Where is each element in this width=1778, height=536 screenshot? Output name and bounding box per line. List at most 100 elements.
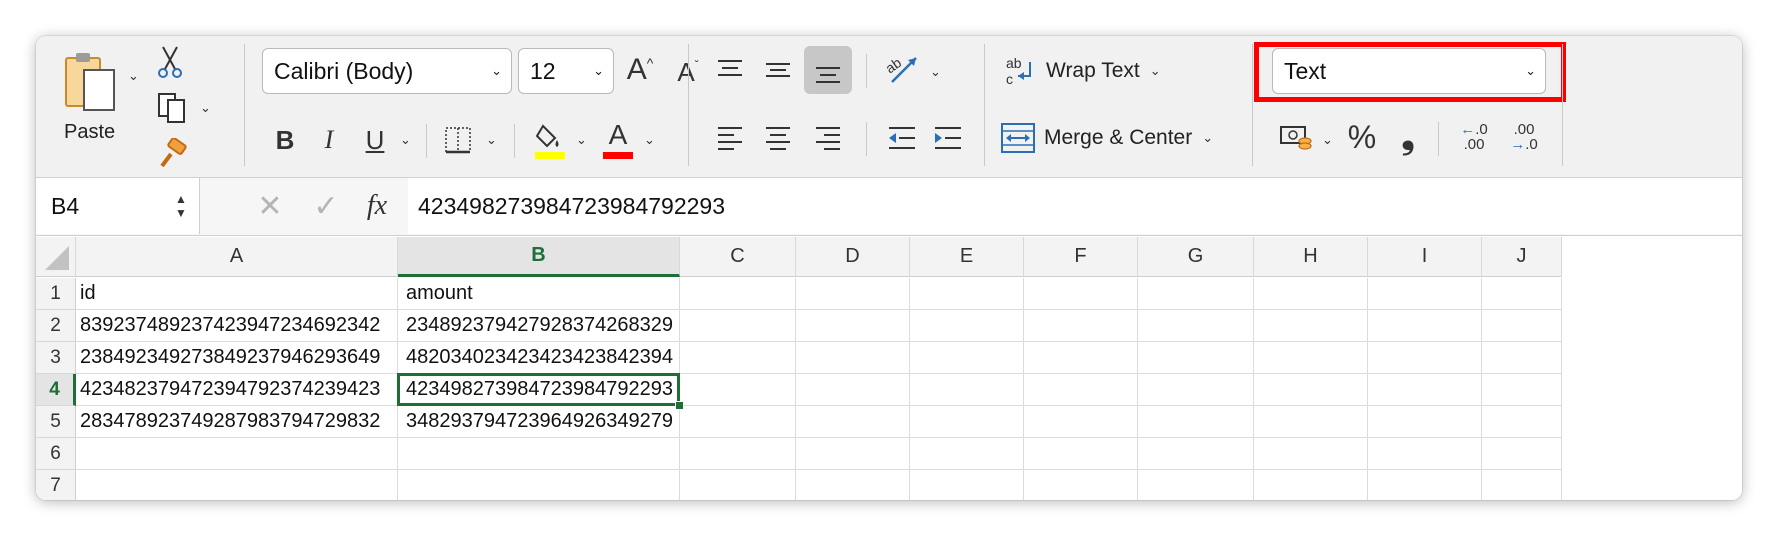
- copy-button[interactable]: [154, 90, 190, 126]
- cell-a7[interactable]: [76, 470, 398, 500]
- align-center-button[interactable]: [758, 118, 798, 158]
- cell-a1[interactable]: id: [76, 278, 398, 310]
- fill-color-button[interactable]: [530, 118, 570, 162]
- cell-i3[interactable]: [1368, 342, 1482, 374]
- cell-h7[interactable]: [1254, 470, 1368, 500]
- cell-f1[interactable]: [1024, 278, 1138, 310]
- merge-center-button[interactable]: Merge & Center ⌄: [1000, 116, 1244, 160]
- cancel-entry-button[interactable]: ✕: [250, 186, 290, 226]
- cell-a2[interactable]: 839237489237423947234692342: [76, 310, 398, 342]
- row-header-4[interactable]: 4: [36, 374, 76, 406]
- cell-i1[interactable]: [1368, 278, 1482, 310]
- cell-j2[interactable]: [1482, 310, 1562, 342]
- cell-g6[interactable]: [1138, 438, 1254, 470]
- decrease-indent-button[interactable]: [882, 118, 922, 158]
- cell-e6[interactable]: [910, 438, 1024, 470]
- column-header-b[interactable]: B: [398, 237, 680, 277]
- cell-j6[interactable]: [1482, 438, 1562, 470]
- cell-g2[interactable]: [1138, 310, 1254, 342]
- cell-j7[interactable]: [1482, 470, 1562, 500]
- column-header-d[interactable]: D: [796, 237, 910, 277]
- cut-button[interactable]: [152, 44, 188, 80]
- cell-i2[interactable]: [1368, 310, 1482, 342]
- align-left-button[interactable]: [710, 118, 750, 158]
- cell-a4[interactable]: 423482379472394792374239423: [76, 374, 398, 406]
- column-header-e[interactable]: E: [910, 237, 1024, 277]
- increase-decimal-button[interactable]: ←.0 .00: [1454, 114, 1494, 160]
- fill-handle[interactable]: [675, 401, 684, 410]
- accounting-format-button[interactable]: [1276, 116, 1316, 158]
- cell-b7[interactable]: [398, 470, 680, 500]
- row-header-2[interactable]: 2: [36, 310, 76, 342]
- cell-c7[interactable]: [680, 470, 796, 500]
- cell-e7[interactable]: [910, 470, 1024, 500]
- cell-c2[interactable]: [680, 310, 796, 342]
- cell-f7[interactable]: [1024, 470, 1138, 500]
- orientation-button[interactable]: ab: [882, 48, 922, 90]
- percent-style-button[interactable]: %: [1342, 116, 1382, 158]
- column-header-j[interactable]: J: [1482, 237, 1562, 277]
- cell-e5[interactable]: [910, 406, 1024, 438]
- cell-f6[interactable]: [1024, 438, 1138, 470]
- cell-h6[interactable]: [1254, 438, 1368, 470]
- cell-b6[interactable]: [398, 438, 680, 470]
- cell-d2[interactable]: [796, 310, 910, 342]
- cell-a6[interactable]: [76, 438, 398, 470]
- confirm-entry-button[interactable]: ✓: [306, 186, 346, 226]
- font-family-select[interactable]: Calibri (Body) ⌄: [262, 48, 512, 94]
- cell-h2[interactable]: [1254, 310, 1368, 342]
- cell-e4[interactable]: [910, 374, 1024, 406]
- cell-c3[interactable]: [680, 342, 796, 374]
- cell-f4[interactable]: [1024, 374, 1138, 406]
- wrap-text-button[interactable]: ab c Wrap Text ⌄: [1004, 50, 1194, 92]
- align-right-button[interactable]: [808, 118, 848, 158]
- increase-indent-button[interactable]: [928, 118, 968, 158]
- cell-e2[interactable]: [910, 310, 1024, 342]
- cell-c1[interactable]: [680, 278, 796, 310]
- cell-g7[interactable]: [1138, 470, 1254, 500]
- cell-b1[interactable]: amount: [398, 278, 680, 310]
- cell-c5[interactable]: [680, 406, 796, 438]
- accounting-options-chevron-icon[interactable]: ⌄: [1322, 132, 1333, 148]
- cell-j4[interactable]: [1482, 374, 1562, 406]
- cell-f3[interactable]: [1024, 342, 1138, 374]
- align-bottom-button[interactable]: [804, 46, 852, 94]
- cell-d1[interactable]: [796, 278, 910, 310]
- cell-h4[interactable]: [1254, 374, 1368, 406]
- cell-g3[interactable]: [1138, 342, 1254, 374]
- column-header-c[interactable]: C: [680, 237, 796, 277]
- underline-button[interactable]: U: [358, 120, 392, 160]
- cell-i5[interactable]: [1368, 406, 1482, 438]
- font-color-button[interactable]: A: [598, 116, 638, 162]
- cell-f5[interactable]: [1024, 406, 1138, 438]
- row-header-6[interactable]: 6: [36, 438, 76, 470]
- column-header-a[interactable]: A: [76, 237, 398, 277]
- cell-g4[interactable]: [1138, 374, 1254, 406]
- column-header-f[interactable]: F: [1024, 237, 1138, 277]
- cell-f2[interactable]: [1024, 310, 1138, 342]
- cell-d4[interactable]: [796, 374, 910, 406]
- cell-h5[interactable]: [1254, 406, 1368, 438]
- cell-c6[interactable]: [680, 438, 796, 470]
- align-middle-button[interactable]: [758, 50, 798, 90]
- font-color-options-chevron-icon[interactable]: ⌄: [644, 132, 655, 148]
- cell-c4[interactable]: [680, 374, 796, 406]
- cell-h3[interactable]: [1254, 342, 1368, 374]
- cell-g5[interactable]: [1138, 406, 1254, 438]
- name-box-stepper[interactable]: ▲ ▼: [168, 184, 194, 228]
- cell-d6[interactable]: [796, 438, 910, 470]
- fill-color-options-chevron-icon[interactable]: ⌄: [576, 132, 587, 148]
- cell-i7[interactable]: [1368, 470, 1482, 500]
- copy-options-chevron-icon[interactable]: ⌄: [200, 100, 211, 116]
- comma-style-button[interactable]: ❟: [1388, 116, 1428, 158]
- row-header-7[interactable]: 7: [36, 470, 76, 500]
- select-all-corner[interactable]: [36, 237, 76, 277]
- font-size-select[interactable]: 12 ⌄: [518, 48, 614, 94]
- cell-j1[interactable]: [1482, 278, 1562, 310]
- cell-b3[interactable]: 482034023423423423842394: [398, 342, 680, 374]
- decrease-decimal-button[interactable]: .00 →.0: [1504, 114, 1544, 160]
- cell-a3[interactable]: 238492349273849237946293649: [76, 342, 398, 374]
- cell-i4[interactable]: [1368, 374, 1482, 406]
- cell-e1[interactable]: [910, 278, 1024, 310]
- cell-d7[interactable]: [796, 470, 910, 500]
